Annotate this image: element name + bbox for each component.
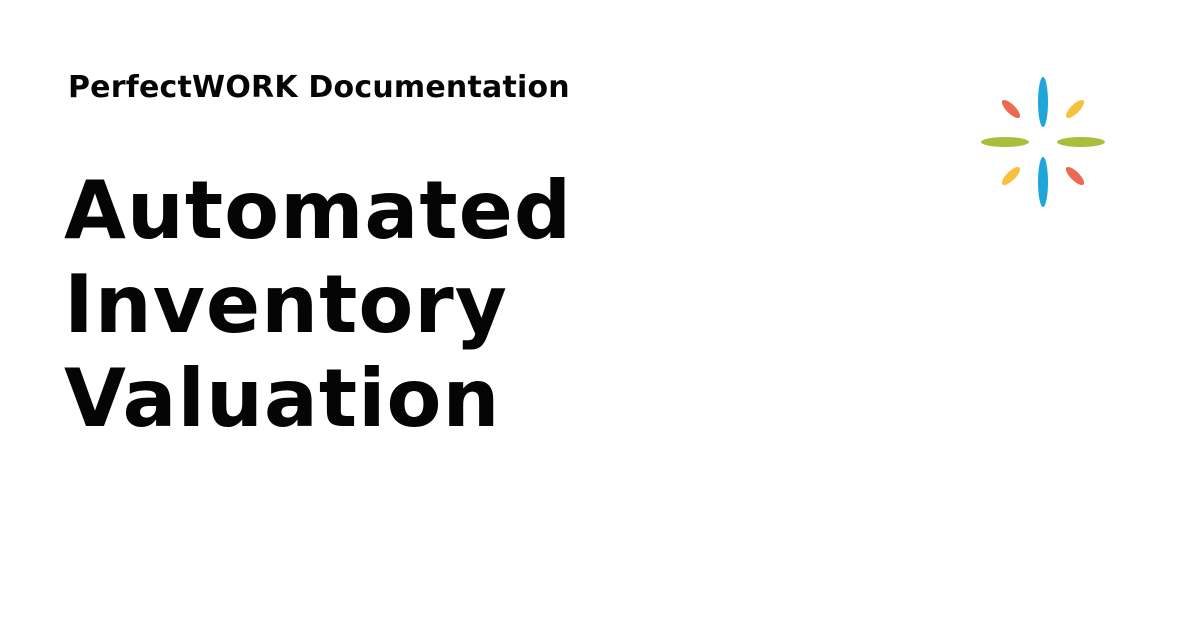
title-line-3: Valuation: [64, 352, 501, 445]
documentation-label: PerfectWORK Documentation: [68, 70, 570, 105]
logo-petal-top-left: [1001, 99, 1021, 119]
petal-burst-logo-icon: [981, 77, 1105, 207]
logo-petal-left: [981, 137, 1029, 147]
title-line-2: Inventory: [64, 258, 508, 351]
title-line-1: Automated: [64, 164, 573, 257]
logo-petal-right: [1057, 137, 1105, 147]
logo-petal-bottom-right: [1065, 166, 1085, 186]
logo-petal-top: [1038, 77, 1048, 127]
logo-petal-top-right: [1065, 99, 1085, 119]
logo-petal-bottom: [1038, 157, 1048, 207]
page-title: Automated Inventory Valuation: [64, 164, 864, 446]
logo-petal-bottom-left: [1001, 166, 1021, 186]
share-card: PerfectWORK Documentation Automated Inve…: [0, 0, 1200, 630]
